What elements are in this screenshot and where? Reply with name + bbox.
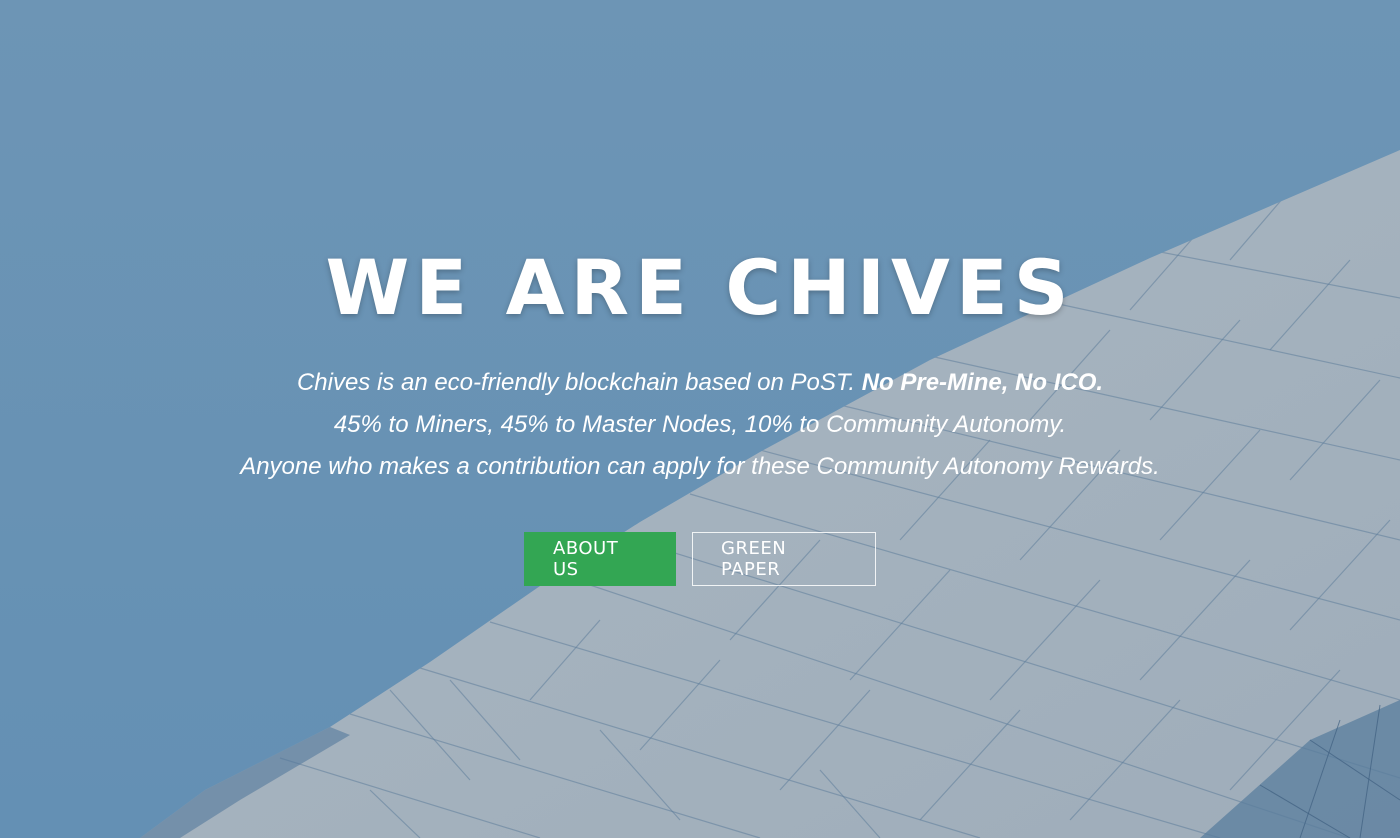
hero-buttons: ABOUT US GREEN PAPER (0, 532, 1400, 586)
hero-content: WE ARE CHIVES Chives is an eco-friendly … (0, 0, 1400, 838)
hero-line-2: 45% to Miners, 45% to Master Nodes, 10% … (333, 411, 1067, 438)
hero-title: WE ARE CHIVES (325, 243, 1075, 332)
hero-line-3: Anyone who makes a contribution can appl… (240, 453, 1160, 480)
hero-line-1-highlight: No Pre-Mine, No ICO. (861, 369, 1104, 396)
hero-line-1-text: Chives is an eco-friendly blockchain bas… (296, 369, 856, 396)
hero-description: Chives is an eco-friendly blockchain bas… (0, 362, 1400, 488)
green-paper-button[interactable]: GREEN PAPER (692, 532, 876, 586)
about-us-button[interactable]: ABOUT US (524, 532, 676, 586)
hero-line-1: Chives is an eco-friendly blockchain bas… (0, 362, 1400, 404)
hero-section: WE ARE CHIVES Chives is an eco-friendly … (0, 0, 1400, 838)
